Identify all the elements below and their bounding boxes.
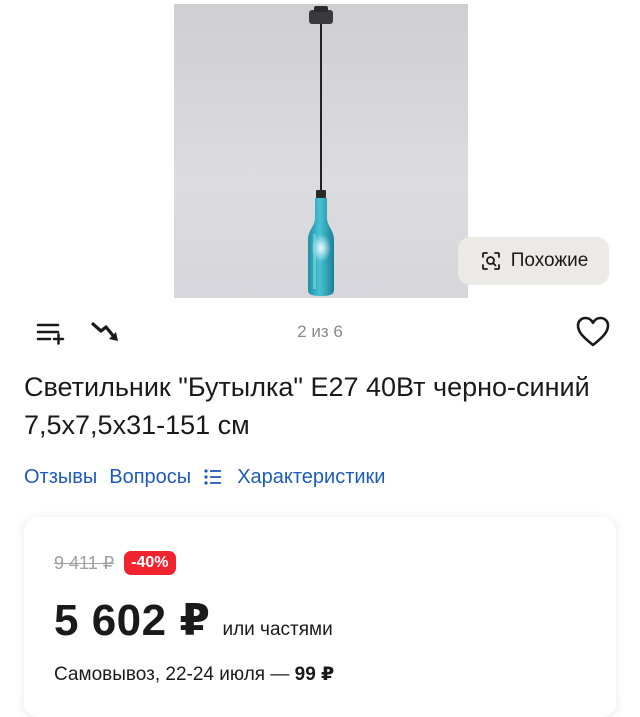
heart-icon[interactable] bbox=[575, 314, 611, 350]
image-search-icon bbox=[481, 252, 500, 270]
discount-badge: -40% bbox=[124, 551, 176, 575]
current-price: 5 602 ₽ bbox=[54, 596, 211, 645]
product-title: Светильник "Бутылка" E27 40Вт черно-сини… bbox=[24, 372, 590, 440]
delivery-text: Самовывоз, 22-24 июля — bbox=[54, 664, 295, 685]
product-photo[interactable] bbox=[174, 4, 468, 298]
product-gallery[interactable]: Похожие bbox=[0, 0, 640, 300]
similar-label: Похожие bbox=[510, 250, 589, 271]
pendant-lamp-image bbox=[308, 6, 334, 296]
old-price: 9 411 ₽ bbox=[54, 552, 115, 573]
image-counter: 2 из 6 bbox=[297, 322, 343, 341]
product-toolbar: 2 из 6 bbox=[0, 308, 640, 356]
questions-link[interactable]: Вопросы bbox=[109, 466, 191, 489]
old-price-row: 9 411 ₽ -40% bbox=[54, 551, 176, 575]
price-row: 5 602 ₽ или частями bbox=[54, 595, 333, 646]
product-section-links: Отзывы Вопросы Характеристики bbox=[24, 462, 385, 492]
list-icon bbox=[204, 469, 222, 485]
specs-link[interactable]: Характеристики bbox=[237, 466, 385, 489]
installments-link[interactable]: или частями bbox=[222, 619, 332, 641]
delivery-info: Самовывоз, 22-24 июля — 99 ₽ bbox=[54, 663, 334, 686]
similar-products-button[interactable]: Похожие bbox=[458, 237, 609, 285]
delivery-cost: 99 ₽ bbox=[294, 664, 335, 685]
reviews-link[interactable]: Отзывы bbox=[24, 466, 97, 489]
price-card: 9 411 ₽ -40% 5 602 ₽ или частями Самовыв… bbox=[24, 517, 616, 717]
